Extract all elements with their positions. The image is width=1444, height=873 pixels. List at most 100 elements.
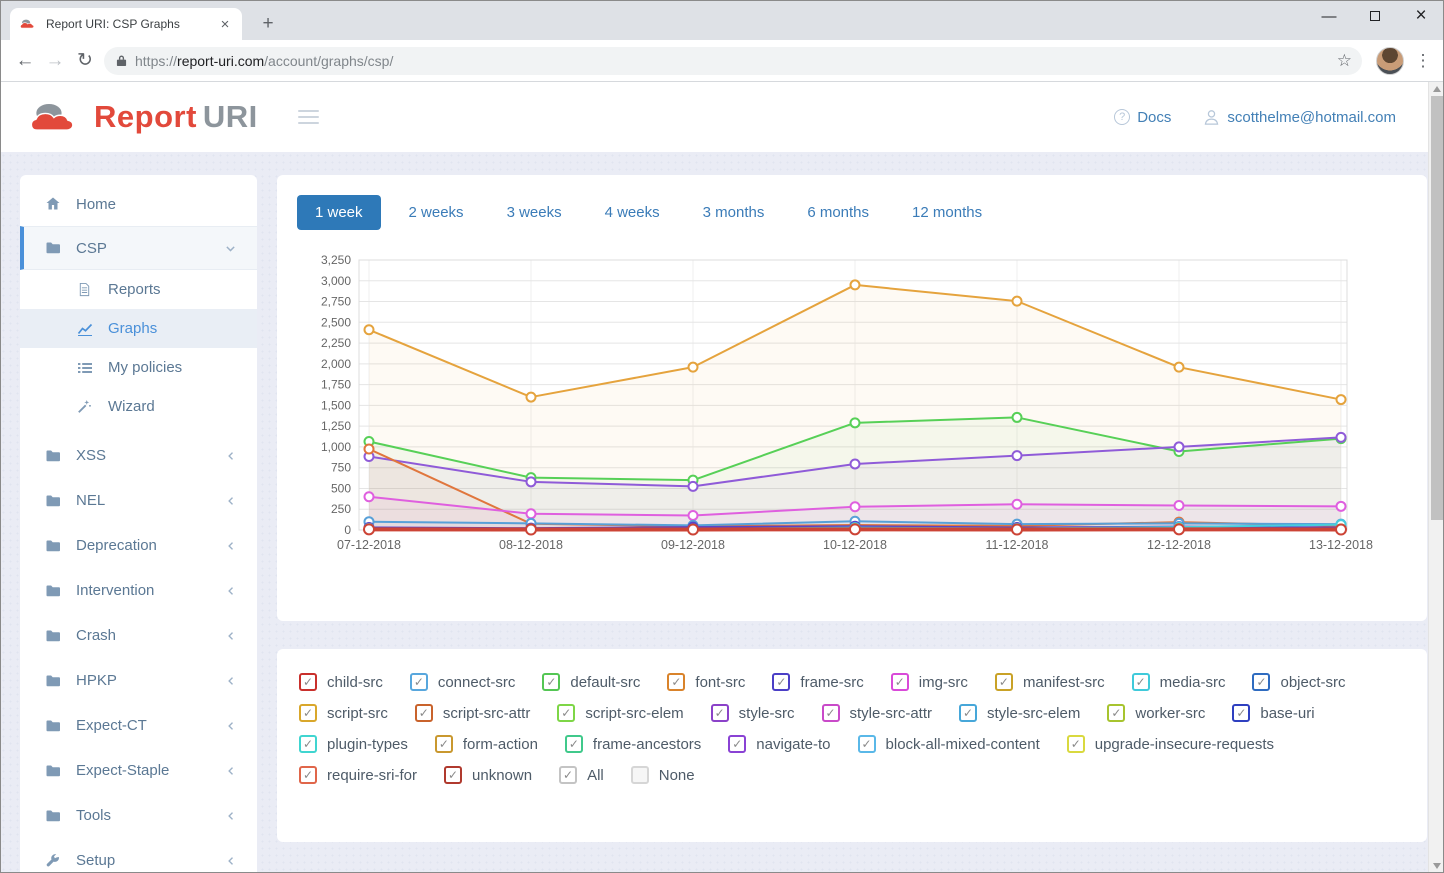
filter-style-src-attr[interactable]: ✓style-src-attr	[822, 704, 933, 722]
sidebar-item-crash[interactable]: Crash	[20, 613, 257, 658]
sidebar-item-nel[interactable]: NEL	[20, 478, 257, 523]
period-tab-3-weeks[interactable]: 3 weeks	[492, 195, 577, 230]
directive-filters-card: ✓child-src ✓connect-src ✓default-src ✓font-…	[277, 649, 1427, 842]
filter-script-src-elem[interactable]: ✓script-src-elem	[557, 704, 683, 722]
page-scrollbar[interactable]	[1428, 82, 1444, 873]
docs-link[interactable]: ? Docs	[1114, 109, 1171, 126]
filter-style-src-elem[interactable]: ✓style-src-elem	[959, 704, 1080, 722]
checkbox-upgrade-insecure-requests[interactable]: ✓	[1067, 735, 1085, 753]
filter-script-src[interactable]: ✓script-src	[299, 704, 388, 722]
filter-script-src-attr[interactable]: ✓script-src-attr	[415, 704, 531, 722]
filter-connect-src[interactable]: ✓connect-src	[410, 673, 516, 691]
url-input[interactable]: https://report-uri.com/account/graphs/cs…	[104, 47, 1362, 75]
checkbox-style-src-elem[interactable]: ✓	[959, 704, 977, 722]
filter-plugin-types[interactable]: ✓plugin-types	[299, 735, 408, 753]
sidebar-item-intervention[interactable]: Intervention	[20, 568, 257, 613]
checkbox-font-src[interactable]: ✓	[667, 673, 685, 691]
sidebar-item-my-policies[interactable]: My policies	[20, 348, 257, 387]
filter-navigate-to[interactable]: ✓navigate-to	[728, 735, 830, 753]
period-tab-6-months[interactable]: 6 months	[792, 195, 884, 230]
checkbox-all[interactable]: ✓	[559, 766, 577, 784]
filter-style-src[interactable]: ✓style-src	[711, 704, 795, 722]
sidebar-item-expect-staple[interactable]: Expect-Staple	[20, 748, 257, 793]
reload-icon[interactable]: ↻	[70, 49, 100, 72]
checkbox-frame-ancestors[interactable]: ✓	[565, 735, 583, 753]
sidebar-item-expect-ct[interactable]: Expect-CT	[20, 703, 257, 748]
filter-frame-ancestors[interactable]: ✓frame-ancestors	[565, 735, 701, 753]
period-tab-2-weeks[interactable]: 2 weeks	[394, 195, 479, 230]
new-tab-button[interactable]: +	[254, 10, 282, 38]
sidebar-item-hpkp[interactable]: HPKP	[20, 658, 257, 703]
report-uri-logo[interactable]: ReportURI	[30, 99, 258, 135]
period-tab-4-weeks[interactable]: 4 weeks	[590, 195, 675, 230]
period-tab-3-months[interactable]: 3 months	[688, 195, 780, 230]
checkbox-default-src[interactable]: ✓	[542, 673, 560, 691]
filter-form-action[interactable]: ✓form-action	[435, 735, 538, 753]
maximize-button[interactable]	[1352, 0, 1398, 32]
scrollbar-down-icon[interactable]	[1433, 863, 1441, 869]
checkbox-block-all-mixed-content[interactable]: ✓	[858, 735, 876, 753]
minimize-button[interactable]: —	[1306, 0, 1352, 32]
period-tab-12-months[interactable]: 12 months	[897, 195, 997, 230]
browser-tab[interactable]: Report URI: CSP Graphs ×	[10, 8, 242, 40]
sidebar-item-wizard[interactable]: Wizard	[20, 387, 257, 426]
checkbox-frame-src[interactable]: ✓	[772, 673, 790, 691]
checkbox-none[interactable]	[631, 766, 649, 784]
filter-unknown[interactable]: ✓ unknown	[444, 766, 532, 784]
filter-none[interactable]: None	[631, 766, 695, 784]
checkbox-unknown[interactable]: ✓	[444, 766, 462, 784]
sidebar-item-xss[interactable]: XSS	[20, 433, 257, 478]
filter-require-sri-for[interactable]: ✓require-sri-for	[299, 766, 417, 784]
checkbox-script-src[interactable]: ✓	[299, 704, 317, 722]
forward-icon[interactable]: →	[40, 50, 70, 72]
browser-menu-icon[interactable]: ⋮	[1412, 51, 1434, 71]
sidebar-item-csp[interactable]: CSP	[20, 226, 257, 270]
back-icon[interactable]: ←	[10, 50, 40, 72]
period-tab-1-week[interactable]: 1 week	[297, 195, 381, 230]
checkbox-form-action[interactable]: ✓	[435, 735, 453, 753]
sidebar-item-graphs[interactable]: Graphs	[20, 309, 257, 348]
sidebar-item-setup[interactable]: Setup	[20, 838, 257, 873]
filter-font-src[interactable]: ✓font-src	[667, 673, 745, 691]
tab-close-icon[interactable]: ×	[216, 15, 234, 33]
checkbox-style-src-attr[interactable]: ✓	[822, 704, 840, 722]
filter-upgrade-insecure-requests[interactable]: ✓upgrade-insecure-requests	[1067, 735, 1274, 753]
checkbox-worker-src[interactable]: ✓	[1107, 704, 1125, 722]
filter-block-all-mixed-content[interactable]: ✓block-all-mixed-content	[858, 735, 1040, 753]
checkbox-base-uri[interactable]: ✓	[1232, 704, 1250, 722]
filter-frame-src[interactable]: ✓frame-src	[772, 673, 863, 691]
filter-worker-src[interactable]: ✓worker-src	[1107, 704, 1205, 722]
sidebar-item-tools[interactable]: Tools	[20, 793, 257, 838]
checkbox-style-src[interactable]: ✓	[711, 704, 729, 722]
close-window-button[interactable]: ×	[1398, 0, 1444, 32]
checkbox-script-src-elem[interactable]: ✓	[557, 704, 575, 722]
bookmark-star-icon[interactable]: ☆	[1337, 51, 1352, 71]
checkbox-media-src[interactable]: ✓	[1132, 673, 1150, 691]
filter-img-src[interactable]: ✓img-src	[891, 673, 968, 691]
checkbox-img-src[interactable]: ✓	[891, 673, 909, 691]
filter-manifest-src[interactable]: ✓manifest-src	[995, 673, 1105, 691]
filter-base-uri[interactable]: ✓base-uri	[1232, 704, 1314, 722]
checkbox-child-src[interactable]: ✓	[299, 673, 317, 691]
profile-avatar[interactable]	[1376, 47, 1404, 75]
sidebar-item-deprecation[interactable]: Deprecation	[20, 523, 257, 568]
checkbox-object-src[interactable]: ✓	[1252, 673, 1270, 691]
sidebar-item-reports[interactable]: Reports	[20, 270, 257, 309]
filter-default-src[interactable]: ✓default-src	[542, 673, 640, 691]
sidebar-item-home[interactable]: Home	[20, 182, 257, 226]
checkbox-script-src-attr[interactable]: ✓	[415, 704, 433, 722]
filter-media-src[interactable]: ✓media-src	[1132, 673, 1226, 691]
scrollbar-up-icon[interactable]	[1433, 86, 1441, 92]
hamburger-menu-icon[interactable]	[298, 110, 319, 124]
filter-child-src[interactable]: ✓child-src	[299, 673, 383, 691]
account-link[interactable]: scotthelme@hotmail.com	[1203, 109, 1396, 126]
checkbox-manifest-src[interactable]: ✓	[995, 673, 1013, 691]
checkbox-plugin-types[interactable]: ✓	[299, 735, 317, 753]
scrollbar-thumb[interactable]	[1431, 96, 1443, 520]
checkbox-require-sri-for[interactable]: ✓	[299, 766, 317, 784]
filter-all[interactable]: ✓All	[559, 766, 604, 784]
checkbox-navigate-to[interactable]: ✓	[728, 735, 746, 753]
filter-object-src[interactable]: ✓object-src	[1252, 673, 1345, 691]
filter-label: unknown	[472, 767, 532, 784]
checkbox-connect-src[interactable]: ✓	[410, 673, 428, 691]
